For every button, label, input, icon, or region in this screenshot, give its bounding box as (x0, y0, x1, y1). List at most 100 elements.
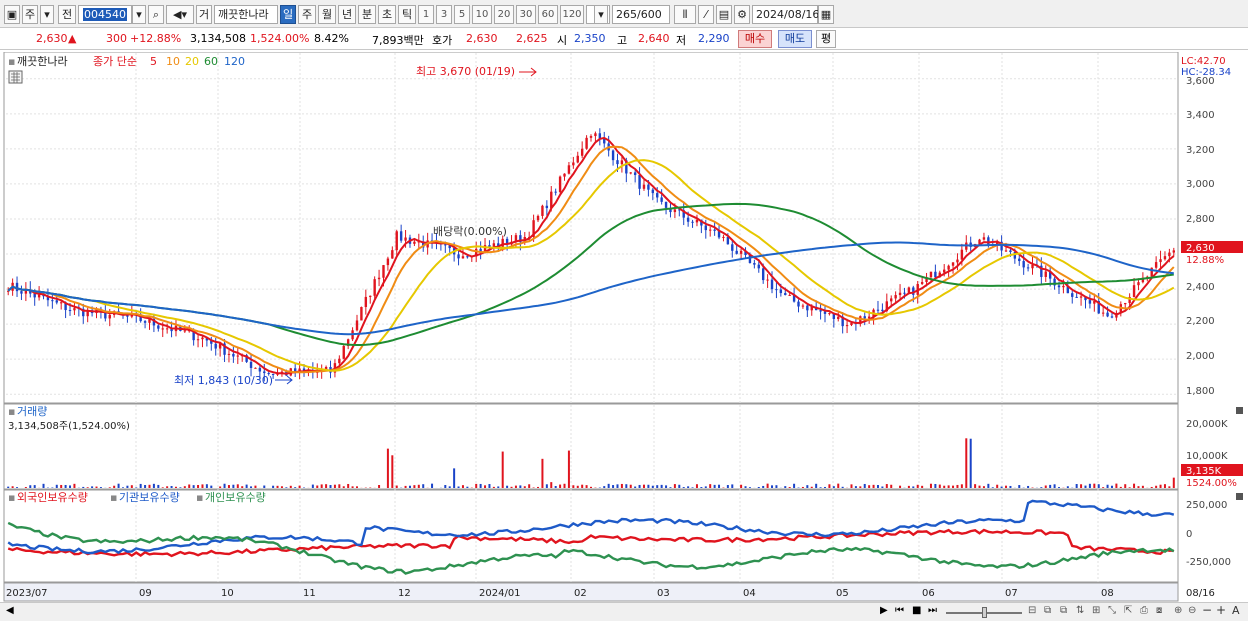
volume-bar (223, 483, 226, 488)
interval-button-20[interactable]: 20 (494, 5, 514, 24)
scroll-right-icon[interactable]: ▶ (880, 605, 888, 616)
grid-icon[interactable]: ⊞ (1092, 605, 1100, 616)
volume-bar (347, 483, 350, 488)
date-input[interactable]: 2024/08/16 (752, 5, 820, 24)
interval-dropdown-icon[interactable]: ▾ (594, 5, 608, 24)
scroll-left-icon[interactable]: ◀ (6, 605, 14, 616)
period-tab-minute[interactable]: 분 (358, 5, 376, 24)
layout-icon[interactable]: ⊟ (1028, 605, 1036, 616)
volume-bar (232, 484, 235, 488)
zoom-slider-handle[interactable] (982, 607, 987, 618)
volume-bar (965, 438, 968, 488)
market-dropdown-icon[interactable]: ▾ (40, 5, 54, 24)
calendar-icon[interactable]: ▦ (818, 5, 834, 24)
window-icon[interactable]: ▣ (4, 5, 20, 24)
camera-icon[interactable]: ⧇ (1156, 605, 1162, 616)
candle-body (863, 316, 866, 319)
volume-bar (863, 483, 866, 488)
draw-icon[interactable]: ⤡ (1108, 605, 1116, 616)
last-page-icon[interactable]: ⏭ (928, 605, 937, 616)
gear-icon[interactable]: ⚙ (734, 5, 750, 24)
data-count-field[interactable]: 265/600 (612, 5, 670, 24)
stock-code-input[interactable]: 004540 (78, 5, 132, 24)
candle-body (784, 293, 787, 295)
interval-button-5[interactable]: 5 (454, 5, 470, 24)
interval-button-60[interactable]: 60 (538, 5, 558, 24)
indicator-icon[interactable]: ⁄ (698, 5, 714, 24)
volume-bar (938, 484, 941, 488)
holdings-y-tick: -250,000 (1186, 557, 1231, 568)
eval-button[interactable]: 평 (816, 30, 836, 48)
volume-bar (1097, 484, 1100, 488)
volume-bar (1000, 486, 1003, 488)
select-icon[interactable]: ⇱ (1124, 605, 1132, 616)
interval-button-30[interactable]: 30 (516, 5, 536, 24)
volume-bar (625, 484, 628, 488)
first-page-icon[interactable]: ⏮ (895, 605, 904, 616)
candle-body (775, 289, 778, 291)
speaker-icon[interactable]: ◀▾ (166, 5, 194, 24)
period-tab-second[interactable]: 초 (378, 5, 396, 24)
volume-bar (828, 484, 831, 488)
volume-bar (179, 487, 182, 488)
zoom-out-icon[interactable]: ⊖ (1188, 605, 1196, 616)
x-tick: 03 (657, 588, 670, 599)
volume-panel-close-icon[interactable] (1236, 407, 1243, 414)
window-split-icon[interactable]: ⧉ (1044, 605, 1051, 616)
buy-button[interactable]: 매수 (738, 30, 772, 48)
volume-bar (1128, 487, 1131, 488)
period-tab-year[interactable]: 년 (338, 5, 356, 24)
interval-button-1[interactable]: 1 (418, 5, 434, 24)
minus-icon[interactable]: − (1202, 603, 1212, 617)
volume-bar (1009, 485, 1012, 488)
chart-scrollbar[interactable]: ◀ ▶ ⏮ ■ ⏭ ⊟ ⧉ ⧉ ⇅ ⊞ ⤡ ⇱ ⎙ ⧇ ⊕ ⊖ − + A (0, 602, 1248, 621)
bid-price: 2,625 (516, 32, 548, 45)
y-tick: 2,000 (1186, 351, 1215, 362)
interval-button-3[interactable]: 3 (436, 5, 452, 24)
period-tab-week[interactable]: 주 (298, 5, 316, 24)
period-tab-day[interactable]: 일 (280, 5, 296, 24)
stock-name-field[interactable]: 깨끗한나라 (214, 5, 278, 24)
save-icon[interactable]: ▤ (716, 5, 732, 24)
holdings-panel-close-icon[interactable] (1236, 493, 1243, 500)
window-copy-icon[interactable]: ⧉ (1060, 605, 1067, 616)
candle-body (1106, 312, 1109, 317)
prev-button[interactable]: 전 (58, 5, 76, 24)
sell-button[interactable]: 매도 (778, 30, 812, 48)
data-total-value: /600 (637, 8, 662, 21)
stop-icon[interactable]: ■ (912, 605, 921, 616)
volume-y-tick: 20,000K (1186, 419, 1228, 430)
volume-bar (408, 485, 411, 488)
print-icon[interactable]: ⎙ (1140, 605, 1148, 616)
candle-body (466, 256, 469, 258)
exchange-button[interactable]: 거 (196, 5, 212, 24)
code-dropdown-icon[interactable]: ▾ (132, 5, 146, 24)
volume-bar (638, 484, 641, 488)
chart-type-icon[interactable]: ⫴ (674, 5, 696, 24)
period-tab-month[interactable]: 월 (318, 5, 336, 24)
volume-bar (1080, 484, 1083, 488)
volume-bar (691, 487, 694, 488)
volume-bar (82, 486, 85, 488)
dividend-annotation: 배당락(0.00%) (433, 225, 507, 238)
interval-button-120[interactable]: 120 (560, 5, 584, 24)
volume-bar (166, 486, 169, 488)
volume-bar (612, 485, 615, 488)
search-icon[interactable]: ⌕ (148, 5, 164, 24)
interval-button-10[interactable]: 10 (472, 5, 492, 24)
volume-bar (616, 484, 619, 488)
candle-body (686, 217, 690, 222)
date-value: 2024/08/16 (756, 8, 820, 21)
stock-chart[interactable]: ▪ 깨끗한나라 종가 단순 5 10 20 60 120 LC:42.70 HC… (0, 52, 1248, 602)
candle-body (567, 165, 571, 174)
auto-scale-icon[interactable]: A (1232, 604, 1240, 617)
y-tick: 1,800 (1186, 386, 1215, 397)
crosshair-icon[interactable]: ⇅ (1076, 605, 1084, 616)
low-label: 저 (676, 34, 687, 47)
zoom-in-icon[interactable]: ⊕ (1174, 605, 1182, 616)
market-select[interactable]: 주 (22, 5, 38, 24)
plus-icon[interactable]: + (1216, 603, 1226, 617)
period-tab-tick[interactable]: 틱 (398, 5, 416, 24)
candle-body (1071, 293, 1074, 297)
candle-body (342, 346, 345, 359)
